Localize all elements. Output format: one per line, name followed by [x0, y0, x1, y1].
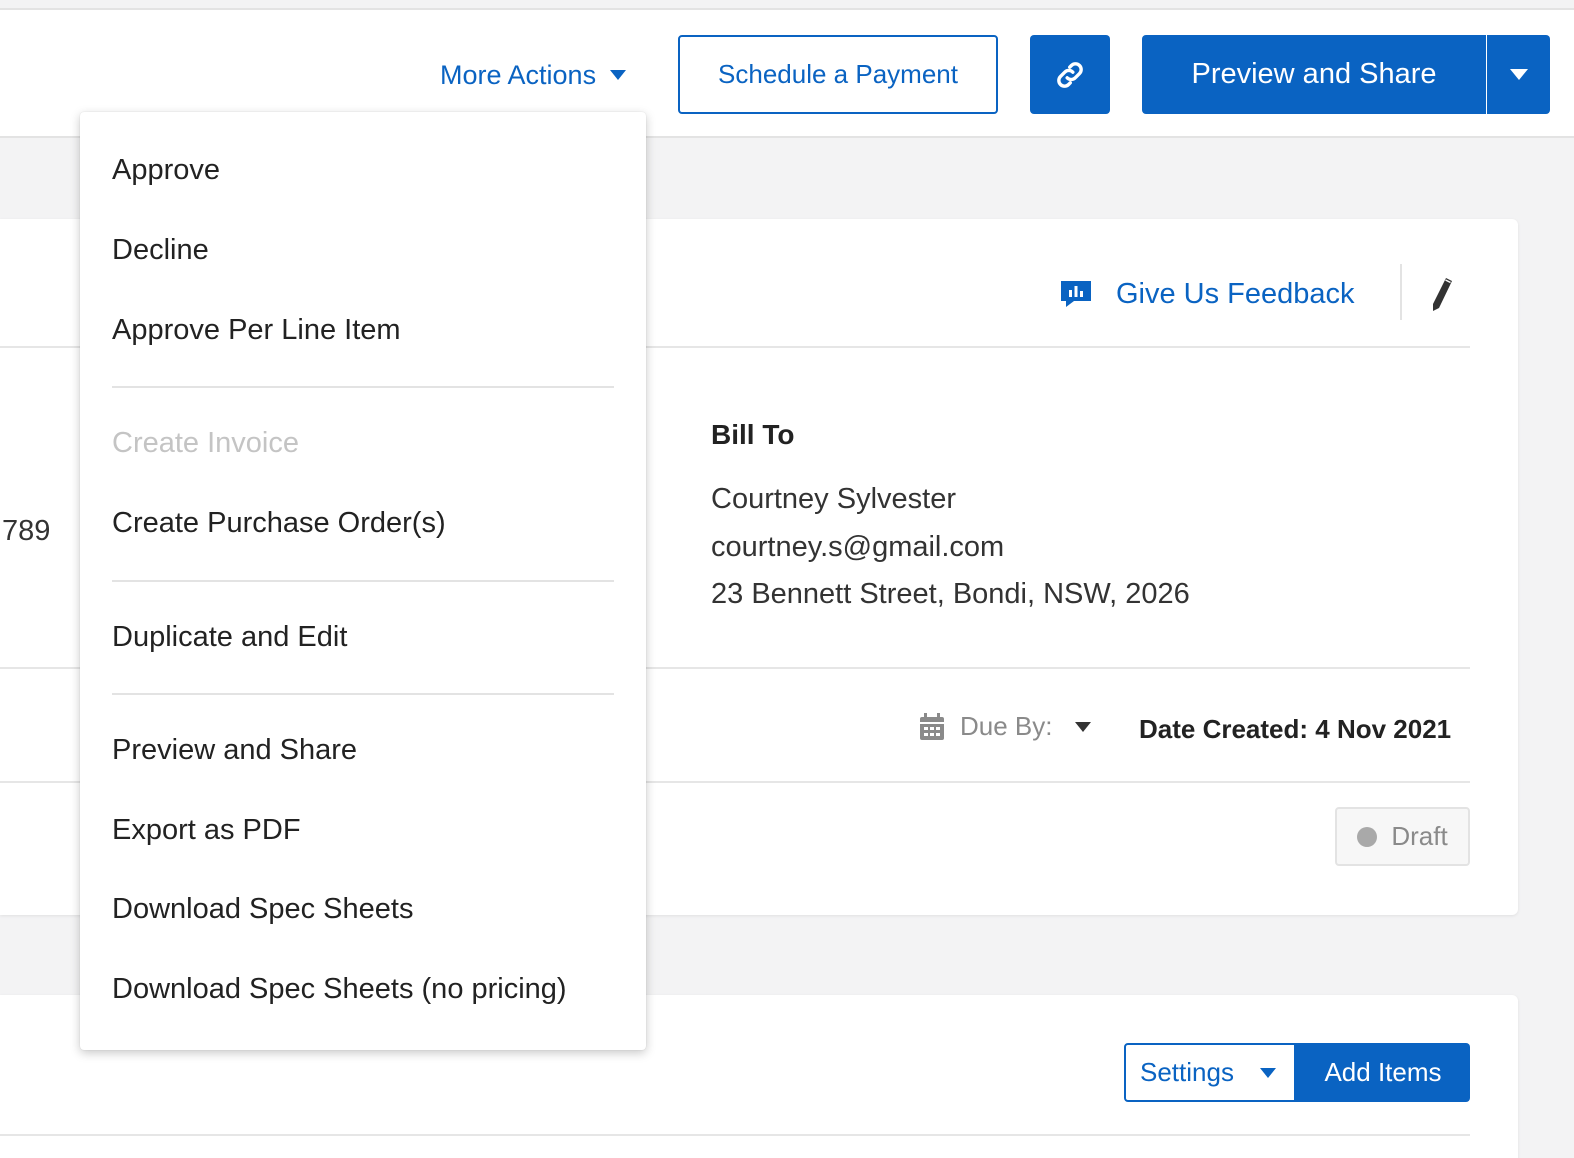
status-label: Draft: [1391, 821, 1448, 851]
menu-item-preview-share[interactable]: Preview and Share: [112, 734, 357, 767]
menu-divider: [112, 693, 614, 695]
bill-to-name: Courtney Sylvester: [711, 483, 956, 515]
menu-divider: [112, 580, 614, 582]
add-items-label: Add Items: [1324, 1057, 1442, 1087]
vertical-divider: [1400, 264, 1402, 320]
settings-label: Settings: [1140, 1057, 1234, 1087]
menu-item-duplicate-edit[interactable]: Duplicate and Edit: [112, 621, 347, 654]
bill-to-email: courtney.s@gmail.com: [711, 531, 1005, 563]
status-dot-icon: [1357, 826, 1378, 847]
preview-share-dropdown-button[interactable]: [1487, 35, 1550, 114]
bill-to-heading: Bill To: [711, 419, 795, 450]
card-divider: [0, 1134, 1470, 1136]
preview-share-button[interactable]: Preview and Share: [1142, 35, 1486, 114]
caret-down-icon: [610, 70, 627, 80]
caret-down-icon: [1259, 1067, 1276, 1078]
due-by-label: Due By:: [960, 711, 1053, 741]
date-created: Date Created: 4 Nov 2021: [1139, 714, 1452, 744]
menu-item-decline[interactable]: Decline: [112, 234, 209, 267]
menu-item-download-spec-sheets[interactable]: Download Spec Sheets: [112, 893, 413, 926]
more-actions-button[interactable]: More Actions: [440, 59, 627, 90]
caret-down-icon: [1074, 721, 1091, 732]
menu-divider: [112, 386, 614, 388]
feedback-chart-icon: [1061, 281, 1091, 307]
settings-dropdown-button[interactable]: Settings: [1124, 1043, 1296, 1102]
quote-number-partial: 789: [2, 515, 51, 547]
menu-item-download-spec-sheets-no-pricing[interactable]: Download Spec Sheets (no pricing): [112, 973, 567, 1006]
schedule-payment-label: Schedule a Payment: [718, 59, 958, 89]
menu-item-create-invoice: Create Invoice: [112, 427, 299, 459]
pencil-icon[interactable]: [1428, 274, 1456, 314]
more-actions-menu: Approve Decline Approve Per Line Item Cr…: [80, 112, 646, 1050]
preview-share-label: Preview and Share: [1191, 58, 1437, 90]
menu-item-approve-per-line[interactable]: Approve Per Line Item: [112, 314, 401, 347]
menu-item-create-purchase-order[interactable]: Create Purchase Order(s): [112, 507, 446, 540]
status-badge: Draft: [1335, 807, 1470, 866]
menu-item-export-pdf[interactable]: Export as PDF: [112, 814, 301, 847]
copy-link-button[interactable]: [1030, 35, 1110, 114]
due-by-picker[interactable]: Due By:: [918, 711, 1091, 742]
calendar-icon: [920, 712, 944, 740]
bill-to-address: 23 Bennett Street, Bondi, NSW, 2026: [711, 578, 1190, 610]
link-icon: [1057, 61, 1083, 88]
add-items-button[interactable]: Add Items: [1296, 1043, 1470, 1102]
caret-down-icon: [1509, 69, 1528, 80]
schedule-payment-button[interactable]: Schedule a Payment: [678, 35, 998, 114]
give-feedback-link[interactable]: Give Us Feedback: [1058, 274, 1355, 314]
menu-item-approve[interactable]: Approve: [112, 154, 220, 187]
more-actions-label: More Actions: [440, 59, 597, 90]
feedback-label: Give Us Feedback: [1116, 277, 1355, 310]
